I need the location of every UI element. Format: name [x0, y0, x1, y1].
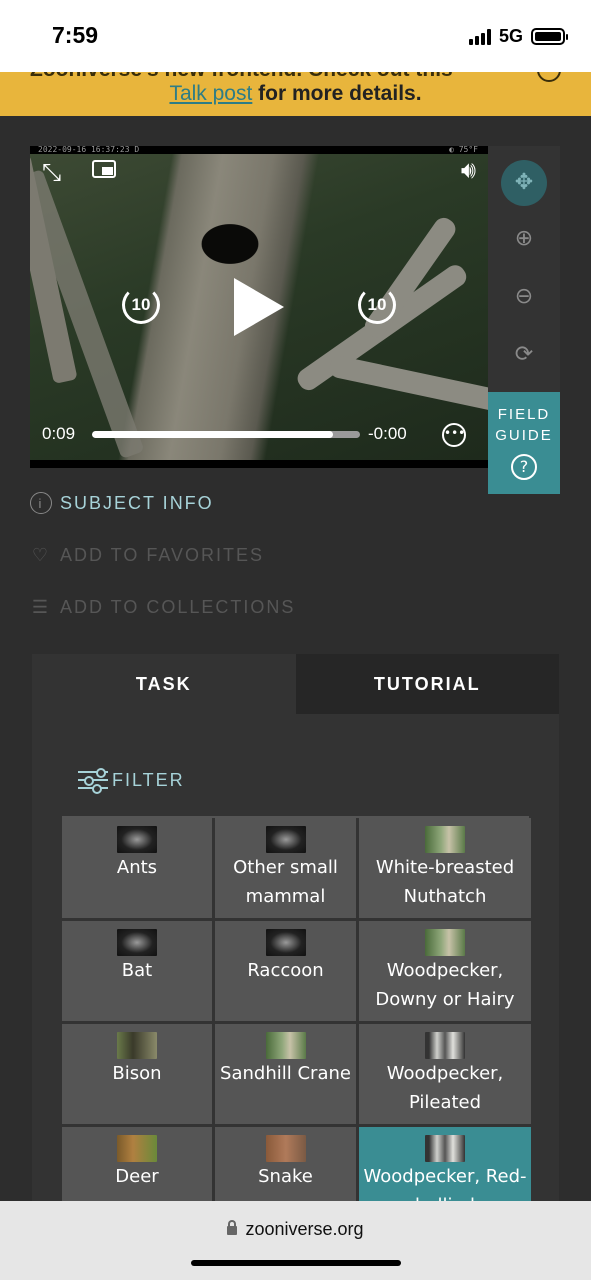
video-progress-fill: [92, 431, 334, 438]
species-thumbnail: [425, 826, 465, 853]
species-thumbnail: [117, 1135, 157, 1162]
status-time: 7:59: [52, 22, 99, 48]
field-guide-label-2: GUIDE: [495, 427, 553, 444]
species-label: Bison: [112, 1063, 162, 1084]
collections-label: ADD TO COLLECTIONS: [60, 596, 296, 617]
tab-task[interactable]: TASK: [32, 654, 296, 714]
network-type: 5G: [498, 26, 523, 46]
species-choice[interactable]: White-breasted Nuthatch: [359, 818, 531, 918]
rotate-icon[interactable]: ⟳: [501, 332, 547, 378]
banner-message-rest: for more details.: [252, 82, 422, 105]
species-choice[interactable]: Sandhill Crane: [215, 1024, 356, 1124]
more-options-icon[interactable]: •••: [442, 423, 466, 447]
zoom-in-icon[interactable]: ⊕: [501, 216, 547, 262]
species-thumbnail: [425, 1135, 465, 1162]
species-thumbnail: [265, 826, 306, 853]
announcement-banner: Zooniverse's new frontend. Check out thi…: [0, 72, 591, 116]
lock-icon: [227, 1220, 238, 1235]
field-guide-button[interactable]: FIELD GUIDE ?: [488, 392, 560, 494]
species-choice[interactable]: Other small mammal: [215, 818, 356, 918]
play-icon[interactable]: [234, 278, 284, 336]
species-label: Deer: [115, 1166, 159, 1187]
species-label: Woodpecker, Downy or Hairy: [375, 960, 515, 1010]
tab-tutorial[interactable]: TUTORIAL: [295, 654, 559, 714]
species-thumbnail: [265, 1032, 306, 1059]
list-icon: ☰: [31, 597, 51, 617]
species-label: Ants: [116, 857, 158, 878]
species-choice[interactable]: Bat: [62, 921, 212, 1021]
add-to-favorites-link[interactable]: ♡ ADD TO FAVORITES: [30, 544, 264, 566]
species-label: Snake: [258, 1166, 313, 1187]
zoom-out-icon[interactable]: ⊖: [501, 274, 547, 320]
species-thumbnail: [117, 826, 157, 853]
url-text: zooniverse.org: [245, 1219, 364, 1239]
banner-partial-text: Zooniverse's new frontend. Check out thi…: [30, 72, 453, 82]
subject-video-player[interactable]: 2022-09-16 16:37:23 D ◐ 75°F ⤡ 🔊︎ 10 10 …: [30, 146, 488, 468]
filter-button[interactable]: FILTER: [78, 768, 185, 794]
subject-info-link[interactable]: i SUBJECT INFO: [30, 492, 214, 514]
species-label: Raccoon: [247, 960, 324, 981]
banner-close-icon[interactable]: [537, 72, 561, 82]
species-choice[interactable]: Woodpecker, Pileated: [359, 1024, 531, 1124]
field-guide-label-1: FIELD: [497, 406, 551, 423]
help-icon: ?: [511, 454, 537, 480]
species-label: Woodpecker, Pileated: [386, 1063, 504, 1113]
volume-icon[interactable]: 🔊︎: [461, 156, 476, 184]
remaining-time: -0:00: [368, 424, 407, 443]
skip-forward-button[interactable]: 10: [358, 286, 396, 324]
home-indicator[interactable]: [191, 1260, 401, 1266]
fullscreen-icon[interactable]: ⤡: [42, 158, 61, 186]
status-bar: 7:59 5G: [0, 0, 591, 72]
filter-label: FILTER: [112, 769, 185, 790]
species-label: Bat: [121, 960, 153, 981]
species-choice[interactable]: Woodpecker, Downy or Hairy: [359, 921, 531, 1021]
move-icon[interactable]: ✥: [501, 160, 547, 206]
species-choice[interactable]: Raccoon: [215, 921, 356, 1021]
battery-icon: [531, 28, 568, 45]
species-thumbnail: [265, 929, 306, 956]
heart-icon: ♡: [31, 545, 51, 565]
current-time: 0:09: [42, 424, 76, 443]
camera-temperature: ◐ 75°F: [449, 146, 478, 154]
info-icon: i: [30, 492, 52, 514]
favorites-label: ADD TO FAVORITES: [60, 544, 265, 565]
url-display: zooniverse.org: [0, 1219, 591, 1240]
subject-info-label: SUBJECT INFO: [60, 492, 214, 513]
skip-back-button[interactable]: 10: [122, 286, 160, 324]
species-choice[interactable]: Ants: [62, 818, 212, 918]
picture-in-picture-icon[interactable]: [92, 160, 116, 178]
task-panel: FILTER Ants Other small mammal White-breas…: [32, 714, 559, 1227]
camera-timestamp: 2022-09-16 16:37:23 D: [38, 146, 140, 154]
camera-info-bar: 2022-09-16 16:37:23 D ◐ 75°F: [30, 146, 488, 154]
talk-post-link[interactable]: Talk post: [169, 82, 252, 105]
species-thumbnail: [425, 929, 465, 956]
species-choice[interactable]: Bison: [62, 1024, 212, 1124]
species-thumbnail: [265, 1135, 306, 1162]
camera-bottom-bar: [30, 460, 488, 468]
filter-icon: [78, 768, 108, 794]
species-thumbnail: [117, 1032, 157, 1059]
browser-url-bar[interactable]: zooniverse.org: [0, 1201, 591, 1280]
species-label: Other small mammal: [233, 857, 338, 907]
species-thumbnail: [425, 1032, 465, 1059]
status-indicators: 5G: [468, 26, 568, 47]
classifier-tabs: TASK TUTORIAL: [32, 654, 559, 714]
signal-icon: [468, 28, 491, 45]
video-scrubber[interactable]: [92, 431, 360, 438]
add-to-collections-link[interactable]: ☰ ADD TO COLLECTIONS: [30, 596, 295, 618]
banner-message: Talk post for more details.: [0, 82, 591, 106]
species-label: Sandhill Crane: [220, 1063, 351, 1084]
species-choice-grid: Ants Other small mammal White-breasted Nut…: [62, 816, 531, 1227]
image-toolbar: ✥ ⊕ ⊖ ⟳: [488, 146, 560, 392]
species-label: White-breasted Nuthatch: [375, 857, 515, 907]
species-thumbnail: [117, 929, 157, 956]
